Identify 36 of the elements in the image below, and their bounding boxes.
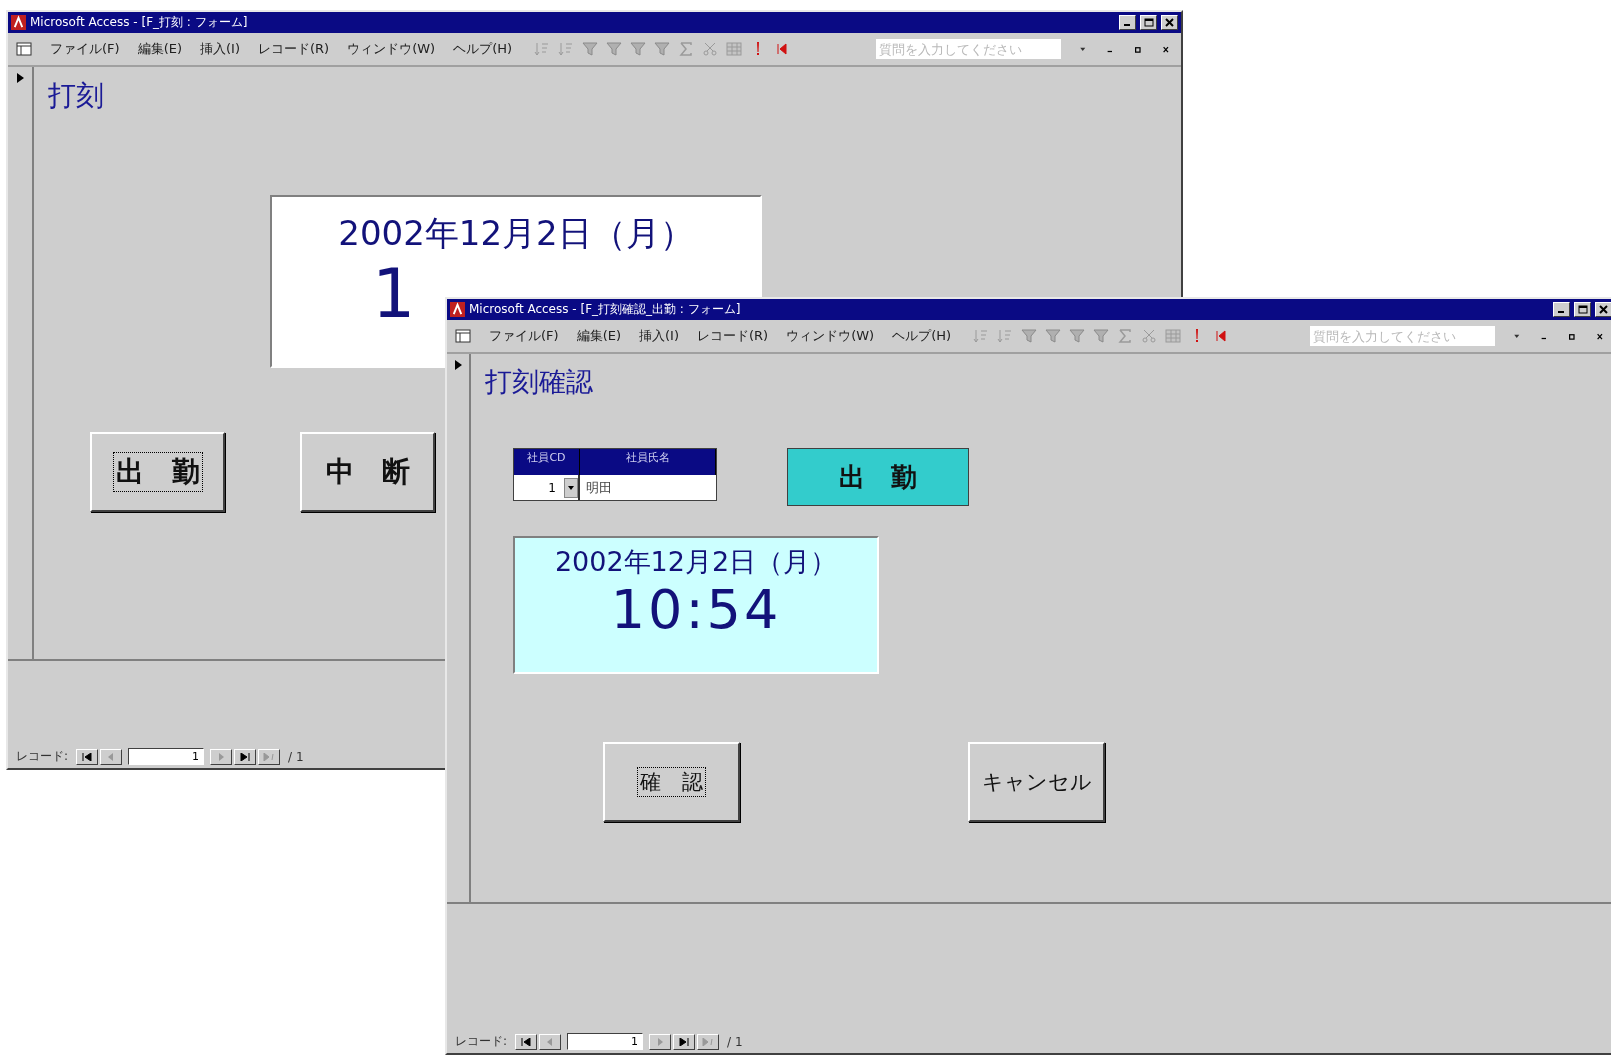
employee-name: 明田 (585, 479, 613, 497)
record-number-field[interactable]: 1 (128, 748, 205, 765)
employee-code: 1 (548, 480, 556, 495)
form-button[interactable]: 確 認 (603, 742, 740, 822)
time-text: 10:54 (610, 580, 782, 640)
menu-item[interactable]: 挿入(I) (639, 327, 679, 345)
status-label: 出 勤 (787, 448, 969, 506)
menu-item[interactable]: レコード(R) (696, 327, 769, 345)
menu-item[interactable]: ヘルプ(H) (892, 327, 952, 345)
form-button[interactable]: 中 断 (300, 432, 435, 512)
menu-item[interactable]: ヘルプ(H) (453, 40, 513, 58)
time-text: 1 (372, 257, 419, 332)
date-text: 2002年12月2日（月） (554, 545, 838, 579)
window-title: Microsoft Access - [F_打刻 : フォーム] (30, 14, 249, 31)
help-search-field[interactable]: 質問を入力してください (1310, 326, 1495, 346)
menu-item[interactable]: ウィンドウ(W) (347, 40, 436, 58)
menu-item[interactable]: ファイル(F) (489, 327, 559, 345)
menu-item[interactable]: 挿入(I) (200, 40, 240, 58)
form-heading: 打刻確認 (485, 365, 594, 399)
date-text: 2002年12月2日（月） (338, 212, 694, 255)
menu-item[interactable]: レコード(R) (257, 40, 330, 58)
form-button[interactable]: キャンセル (968, 742, 1105, 822)
record-label: レコード: (455, 1033, 508, 1050)
record-number-field[interactable]: 1 (567, 1033, 644, 1050)
record-count: / 1 (288, 749, 304, 764)
window-title: Microsoft Access - [F_打刻確認_出勤 : フォーム] (469, 301, 742, 318)
help-search-field[interactable]: 質問を入力してください (876, 39, 1061, 59)
form-heading: 打刻 (48, 78, 105, 114)
menu-item[interactable]: 編集(E) (576, 327, 621, 345)
record-label: レコード: (16, 748, 69, 765)
employee-combo[interactable]: 社員CD 社員氏名 1 明田 (513, 448, 717, 501)
form-button[interactable]: 出 勤 (90, 432, 225, 512)
menu-item[interactable]: ファイル(F) (50, 40, 120, 58)
menu-item[interactable]: ウィンドウ(W) (786, 327, 875, 345)
record-count: / 1 (727, 1034, 743, 1049)
menu-item[interactable]: 編集(E) (137, 40, 182, 58)
